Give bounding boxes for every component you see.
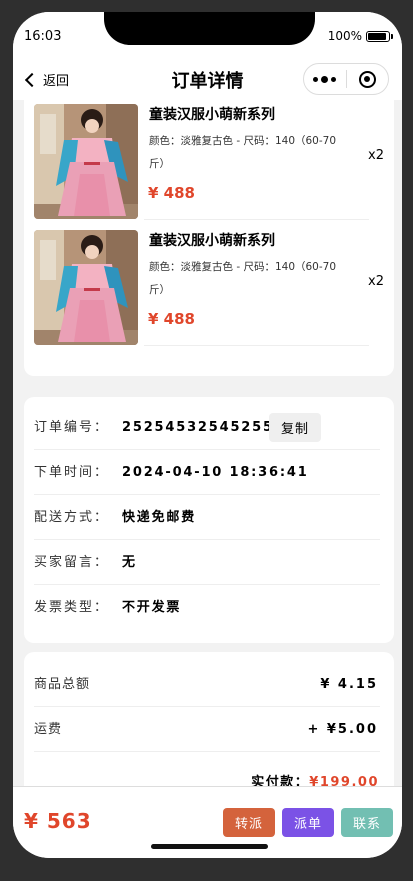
paid-value: ¥199.00 [309,775,379,786]
goods-total-value: ¥ 4.15 [320,677,378,692]
product-list-card: 童装汉服小萌新系列 颜色：淡雅复古色 - 尺码：140（60-70斤） ¥ 48… [24,100,394,376]
payment-summary-card: 商品总额 ¥ 4.15 运费 + ¥5.00 实付款：¥199.00 [24,652,394,786]
freight-value: + ¥5.00 [307,722,378,737]
product-price: ¥ 488 [148,184,195,202]
copy-button[interactable]: 复制 [269,413,321,442]
buyer-message-row: 买家留言： 无 [34,540,380,585]
order-number-label: 订单编号： [34,420,110,435]
home-indicator[interactable] [151,844,268,849]
buyer-message-value: 无 [122,555,137,570]
product-name: 童装汉服小萌新系列 [149,107,275,123]
transfer-button[interactable]: 转派 [223,808,275,837]
invoice-value: 不开发票 [122,600,182,615]
product-item[interactable]: 童装汉服小萌新系列 颜色：淡雅复古色 - 尺码：140（60-70斤） ¥ 48… [34,230,384,356]
paid-total: 实付款：¥199.00 [251,768,379,786]
miniprogram-capsule [303,63,389,95]
contact-button[interactable]: 联系 [341,808,393,837]
bottom-price: ¥ 563 [24,809,92,833]
shipping-value: 快递免邮费 [122,510,197,525]
scroll-content[interactable]: 童装汉服小萌新系列 颜色：淡雅复古色 - 尺码：140（60-70斤） ¥ 48… [13,100,402,786]
battery-percent: 100% [327,29,362,43]
order-number-value: 25254532545255 [122,420,274,435]
divider [144,345,369,346]
nav-bar: 返回 订单详情 [13,62,402,100]
order-time-value: 2024-04-10 18:36:41 [122,465,309,480]
paid-label: 实付款： [251,775,310,786]
battery-icon [366,30,393,42]
product-item[interactable]: 童装汉服小萌新系列 颜色：淡雅复古色 - 尺码：140（60-70斤） ¥ 48… [34,104,384,230]
order-number-row: 订单编号： 25254532545255 复制 [34,405,380,450]
product-spec: 颜色：淡雅复古色 - 尺码：140（60-70斤） [149,261,337,296]
camera-notch [104,12,315,45]
invoice-label: 发票类型： [34,600,110,615]
battery-indicator: 100% [327,29,393,43]
product-name: 童装汉服小萌新系列 [149,233,275,249]
shipping-label: 配送方式： [34,510,110,525]
order-time-row: 下单时间： 2024-04-10 18:36:41 [34,450,380,495]
buyer-message-label: 买家留言： [34,555,110,570]
freight-label: 运费 [34,722,63,737]
freight-row: 运费 + ¥5.00 [34,707,380,752]
shipping-row: 配送方式： 快递免邮费 [34,495,380,540]
divider [144,219,369,220]
goods-total-label: 商品总额 [34,677,91,692]
close-miniprogram-icon[interactable] [346,70,388,88]
product-price: ¥ 488 [148,310,195,328]
product-image [34,104,138,219]
goods-total-row: 商品总额 ¥ 4.15 [34,662,380,707]
product-spec: 颜色：淡雅复古色 - 尺码：140（60-70斤） [149,135,337,170]
product-quantity: x2 [368,274,384,289]
more-menu-icon[interactable] [304,75,346,83]
order-time-label: 下单时间： [34,465,110,480]
dispatch-button[interactable]: 派单 [282,808,334,837]
invoice-row: 发票类型： 不开发票 [34,585,380,630]
product-quantity: x2 [368,148,384,163]
status-time: 16:03 [24,29,62,44]
phone-frame: 16:03 100% 返回 订单详情 童装汉服小萌新系列 颜色：淡雅复古色 - … [13,12,402,858]
order-info-card: 订单编号： 25254532545255 复制 下单时间： 2024-04-10… [24,397,394,643]
product-image [34,230,138,345]
